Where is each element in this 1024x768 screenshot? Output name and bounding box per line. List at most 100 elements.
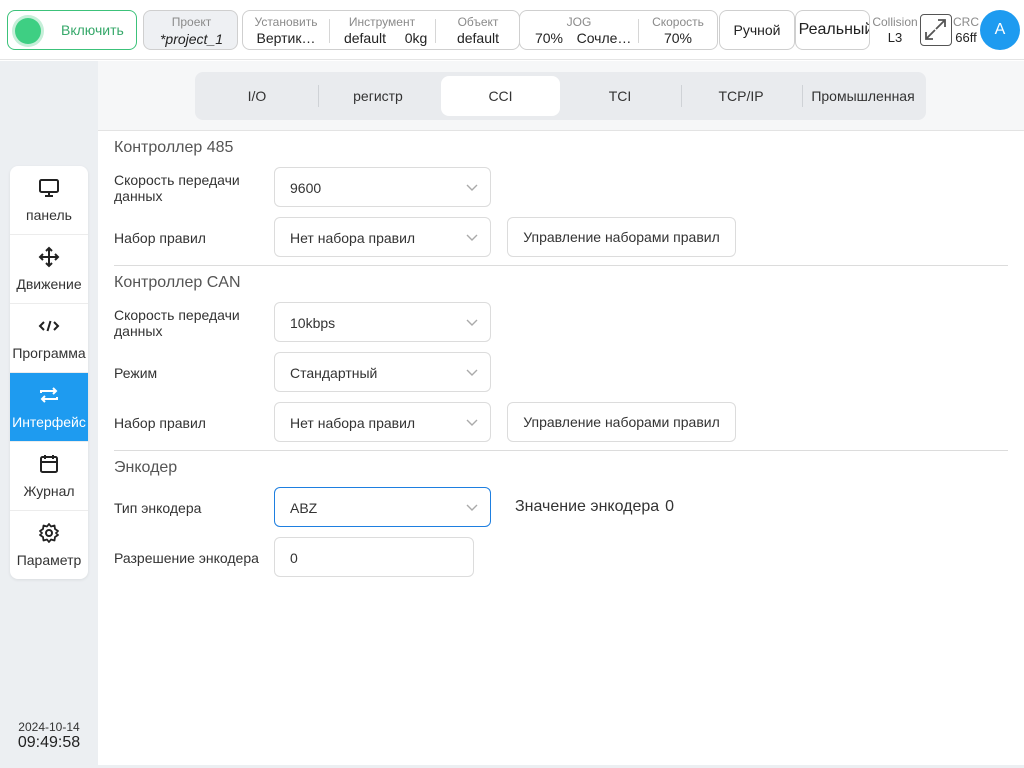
encoder-value: 0 — [665, 498, 675, 515]
speed-title: Скорость — [652, 15, 704, 29]
tabs-bar: I/O регистр CCI TCI TCP/IP Промышленная — [98, 61, 1024, 131]
real-mode-label: Реальный — [798, 21, 870, 38]
install-value: Вертик… — [256, 30, 316, 46]
system-time: 09:49:58 — [17, 734, 81, 751]
tab-cci[interactable]: CCI — [441, 76, 560, 116]
encoder-value-label: Значение энкодера — [515, 498, 660, 515]
main-content: I/O регистр CCI TCI TCP/IP Промышленная … — [98, 61, 1024, 765]
chevron-down-icon — [466, 234, 478, 241]
sidebar-item-label: Параметр — [16, 552, 82, 568]
manage-rulesets-485-button[interactable]: Управление наборами правил — [507, 217, 736, 257]
baud-rate-label: Скорость передачи данных — [114, 172, 240, 204]
jog-mode: Сочле… — [576, 30, 632, 46]
input-value: 0 — [290, 550, 298, 566]
system-date: 2024-10-14 — [18, 720, 80, 734]
sidebar-item-label: Журнал — [23, 483, 75, 499]
gear-icon — [39, 523, 59, 543]
sidebar-item-label: панель — [26, 207, 72, 223]
sidebar-item-log[interactable]: Журнал — [10, 442, 88, 511]
select-value: 9600 — [290, 180, 322, 196]
section-title-encoder: Энкодер — [114, 459, 178, 476]
manual-mode-button[interactable]: Ручной — [719, 10, 795, 50]
tool-title: Инструмент — [348, 15, 416, 29]
baud-rate-can-select[interactable]: 10kbps — [274, 302, 491, 342]
tab-tci[interactable]: TCI — [561, 76, 679, 116]
real-mode-button[interactable]: Реальный — [795, 10, 870, 50]
chevron-down-icon — [466, 184, 478, 191]
project-title: Проект — [171, 15, 212, 29]
collision-value: L3 — [887, 30, 903, 45]
calendar-icon — [40, 455, 58, 473]
collision-title: Collision — [872, 15, 918, 29]
select-value: Нет набора правил — [290, 230, 416, 246]
encoder-value-readout: Значение энкодера 0 — [515, 498, 674, 516]
sidebar-item-program[interactable]: Программа — [10, 304, 88, 373]
speed-value: 70% — [663, 30, 693, 46]
sidebar-item-interface[interactable]: Интерфейс — [10, 373, 88, 442]
chevron-down-icon — [466, 319, 478, 326]
select-value: Нет набора правил — [290, 415, 416, 431]
top-bar: Включить Проект *project_1 Установить Ве… — [0, 0, 1024, 60]
encoder-type-select[interactable]: ABZ — [274, 487, 491, 527]
sidebar-item-parameter[interactable]: Параметр — [10, 511, 88, 579]
mode-can-select[interactable]: Стандартный — [274, 352, 491, 392]
crc-title: CRC — [953, 15, 979, 29]
encoder-resolution-input[interactable]: 0 — [274, 537, 474, 577]
select-value: Стандартный — [290, 365, 378, 381]
baud-rate-label: Скорость передачи данных — [114, 307, 240, 339]
jog-title: JOG — [566, 15, 592, 29]
sidebar-nav: панель Движение Программа Интерфейс Журн… — [10, 166, 88, 579]
tab-tcpip[interactable]: TCP/IP — [682, 76, 800, 116]
chevron-down-icon — [466, 504, 478, 511]
power-status-icon — [15, 18, 41, 44]
tab-strip: I/O регистр CCI TCI TCP/IP Промышленная — [195, 72, 926, 120]
divider — [114, 450, 1008, 451]
chevron-down-icon — [466, 419, 478, 426]
project-selector[interactable]: Проект *project_1 — [143, 10, 238, 50]
select-value: 10kbps — [290, 315, 336, 331]
ruleset-label: Набор правил — [114, 230, 206, 246]
tab-industrial[interactable]: Промышленная — [803, 76, 923, 116]
manual-mode-label: Ручной — [733, 22, 781, 38]
tool-payload: 0kg — [404, 30, 428, 46]
sidebar-item-label: Программа — [12, 345, 86, 361]
fullscreen-button[interactable] — [920, 14, 952, 46]
divider — [318, 85, 319, 107]
divider — [114, 265, 1008, 266]
tool-value: default — [343, 30, 387, 46]
select-value: ABZ — [290, 500, 318, 516]
sidebar-item-motion[interactable]: Движение — [10, 235, 88, 304]
move-icon — [38, 246, 60, 268]
sidebar-item-label: Движение — [16, 276, 82, 292]
section-title-485: Контроллер 485 — [114, 139, 234, 156]
encoder-type-label: Тип энкодера — [114, 500, 202, 516]
jog-speed-group[interactable]: JOG 70% Сочле… Скорость 70% — [519, 10, 718, 50]
section-title-can: Контроллер CAN — [114, 274, 241, 291]
expand-icon — [925, 19, 946, 40]
ruleset-can-select[interactable]: Нет набора правил — [274, 402, 491, 442]
sidebar-item-label: Интерфейс — [12, 414, 86, 430]
robot-config-group[interactable]: Установить Вертик… Инструмент default 0k… — [242, 10, 520, 50]
mode-label: Режим — [114, 365, 158, 381]
ruleset-485-select[interactable]: Нет набора правил — [274, 217, 491, 257]
tab-io[interactable]: I/O — [199, 76, 315, 116]
power-label: Включить — [61, 22, 124, 38]
manage-rulesets-can-button[interactable]: Управление наборами правил — [507, 402, 736, 442]
baud-rate-485-select[interactable]: 9600 — [274, 167, 491, 207]
swap-icon — [40, 387, 58, 403]
jog-value: 70% — [534, 30, 564, 46]
object-title: Объект — [457, 15, 499, 29]
monitor-icon — [39, 179, 59, 197]
chevron-down-icon — [466, 369, 478, 376]
user-avatar[interactable]: A — [980, 10, 1020, 50]
sidebar-item-panel[interactable]: панель — [10, 166, 88, 235]
ruleset-label: Набор правил — [114, 415, 206, 431]
power-button[interactable]: Включить — [7, 10, 137, 50]
crc-value: 66ff — [955, 30, 977, 45]
project-name: *project_1 — [159, 31, 224, 47]
encoder-resolution-label: Разрешение энкодера — [114, 550, 259, 566]
install-title: Установить — [254, 15, 318, 29]
object-value: default — [456, 30, 500, 46]
code-icon — [38, 320, 60, 332]
tab-register[interactable]: регистр — [320, 76, 436, 116]
